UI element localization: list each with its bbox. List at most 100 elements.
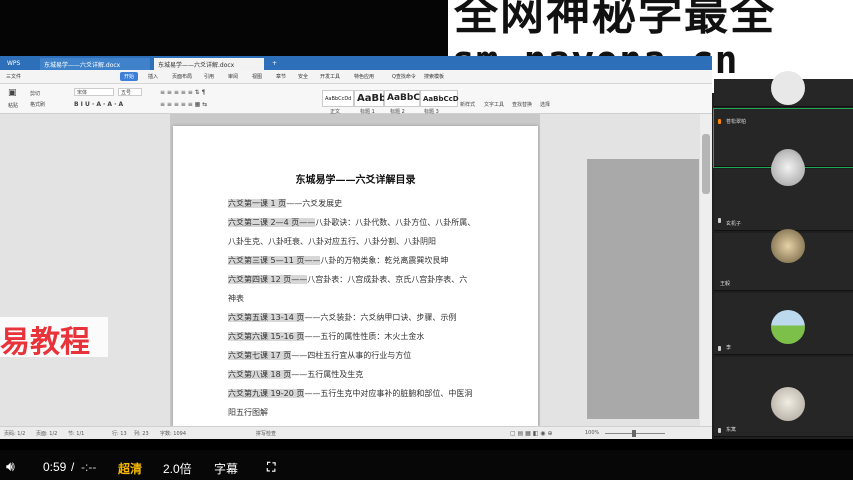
toc-line: 六爻第一课 1 页——六爻发展史 [228,198,342,209]
participant-tile[interactable] [714,71,853,107]
time-separator: / [71,460,75,474]
toc-lesson-desc: 阳五行图解 [228,408,268,417]
participant-tile[interactable]: 玄机子 [714,152,853,231]
course-overlay-text: 易教程 [0,317,108,357]
mic-icon [718,346,721,351]
duration: -:-- [81,460,97,474]
toc-lesson-desc: ——六爻装卦：六爻纳甲口诀、步骤、示例 [304,313,457,322]
menu-file[interactable]: 三文件 [6,73,21,80]
paste-icon[interactable]: ▣ [8,88,17,98]
status-wordcount: 字数: 1094 [160,431,186,437]
status-col: 列: 23 [134,431,149,437]
font-size-select[interactable]: 五号 [118,88,142,96]
font-select[interactable]: 宋体 [74,88,114,96]
format-buttons[interactable]: B I U · A · A · A [74,101,123,108]
toc-lesson-desc: 八宫卦表：八宫成卦表、京氏八宫卦序表、六 [307,275,468,284]
fullscreen-icon[interactable]: ⛶ [267,460,275,475]
toc-lesson-desc: ——五行生克中对应事补的脏腑和部位、中医洞 [304,389,473,398]
status-page: 页码: 1/2 [4,431,26,437]
toc-line: 阳五行图解 [228,407,268,418]
menu-view[interactable]: 视图 [252,73,262,80]
status-section: 节: 1/1 [68,431,85,437]
watermark-title: 全网神秘学最全 [454,0,776,40]
view-mode-buttons[interactable]: ▢ ▤ ▦ ◧ ◉ ⊕ [510,430,552,437]
style-normal[interactable]: AaBbCcDd [322,90,354,107]
avatar [771,152,805,186]
format-painter-button[interactable]: 格式刷 [30,101,45,108]
tab-wps-home[interactable]: WPS [3,58,24,70]
toc-line: 神表 [228,293,244,304]
style-heading1[interactable]: AaBb [354,90,386,107]
toc-lesson-desc: 八卦的万物类象：乾兑离震巽坎艮坤 [320,256,449,265]
menu-security[interactable]: 安全 [298,73,308,80]
menu-chapter[interactable]: 章节 [276,73,286,80]
toc-lesson-desc: ——六爻发展史 [286,199,343,208]
menu-bar: 三文件 开始 插入 页面布局 引用 审阅 视图 章节 安全 开发工具 特色应用 … [0,70,712,84]
subtitle-button[interactable]: 字幕 [214,460,238,477]
participants-panel: 苍松翠柏 玄机子 王毅 李 东篱 [712,71,853,439]
avatar [771,71,805,105]
paragraph-tools[interactable]: ≡ ≡ ≡ ≡ ≡ ⇅ ¶ [160,89,205,96]
toc-lesson-desc: ——四柱五行宜从事的行业与方位 [291,351,412,360]
participant-tile[interactable]: 李 [714,293,853,355]
toc-lesson-desc: ——五行的属性性质：木火土金水 [304,332,425,341]
side-pane [587,159,699,419]
toc-lesson-desc: 八卦生克、八卦旺衰、八卦对应五行、八卦分割、八卦阴阳 [228,237,436,246]
participant-name: 玄机子 [726,221,742,227]
style-heading3[interactable]: AaBbCcD [420,90,459,107]
mic-icon [718,218,721,223]
search-templates[interactable]: 搜索模板 [424,73,444,80]
speaker-icon[interactable]: 🔊︎ [6,458,15,475]
style-heading2[interactable]: AaBbC [384,90,420,107]
toc-line: 六爻第九课 19-20 页——五行生克中对应事补的脏腑和部位、中医洞 [228,388,472,399]
toc-line: 六爻第二课 2—4 页——八卦歌诀：八卦代数、八卦方位、八卦所属、 [228,217,475,228]
ribbon-toolbar: ▣ 粘贴 剪切 格式刷 宋体 五号 B I U · A · A · A ≡ ≡ … [0,84,712,115]
spell-check-button[interactable]: 拼写检查 [256,430,276,437]
toc-line: 六爻第四课 12 页——八宫卦表：八宫成卦表、京氏八宫卦序表、六 [228,274,467,285]
paste-button[interactable]: 粘贴 [8,102,18,109]
status-row: 行: 13 [112,431,127,437]
document-area: 东城易学——六爻详解目录 六爻第一课 1 页——六爻发展史 六爻第二课 2—4 页… [0,114,712,436]
menu-layout[interactable]: 页面布局 [172,73,192,80]
toc-line: 六爻第三课 5—11 页——八卦的万物类象：乾兑离震巽坎艮坤 [228,255,448,266]
menu-references[interactable]: 引用 [204,73,214,80]
participant-name: 王毅 [720,281,731,287]
toc-lesson-label: 六爻第三课 5—11 页—— [228,256,321,265]
cut-button[interactable]: 剪切 [30,90,40,97]
toc-lesson-label: 六爻第四课 12 页—— [228,275,308,284]
alignment-tools[interactable]: ≡ ≡ ≡ ≡ ≡ ▦ ⇆ [160,101,207,108]
quality-button[interactable]: 超清 [118,460,142,477]
zoom-level: 100% [585,430,600,436]
current-time: 0:59 [43,460,67,474]
participant-tile[interactable]: 东篱 [714,357,853,437]
new-tab-button[interactable]: + [268,58,281,70]
tab-document-1[interactable]: 东城易学——六爻详解.docx [40,58,150,70]
speed-button[interactable]: 2.0倍 [163,460,192,477]
tab-document-2[interactable]: 东城易学——六爻详解.docx [154,58,264,70]
find-replace-button[interactable]: 查找替换 [512,101,532,108]
toc-lesson-desc: 八卦歌诀：八卦代数、八卦方位、八卦所属、 [315,218,476,227]
zoom-slider-handle[interactable] [632,430,636,437]
toc-lesson-label: 六爻第二课 2—4 页—— [228,218,316,227]
menu-developer[interactable]: 开发工具 [320,73,340,80]
status-pages: 页面: 1/2 [36,431,58,437]
avatar [771,310,805,344]
select-button[interactable]: 选择 [540,101,550,108]
participant-tile[interactable]: 王毅 [714,229,853,291]
toc-line: 八卦生克、八卦旺衰、八卦对应五行、八卦分割、八卦阴阳 [228,236,436,247]
menu-features[interactable]: 特色应用 [354,73,374,80]
video-controls: 🔊︎ 0:59 / -:-- 超清 2.0倍 字幕 ⛶ [0,450,853,480]
text-tools-button[interactable]: 文字工具 [484,101,504,108]
scrollbar-thumb[interactable] [702,134,710,194]
menu-home[interactable]: 开始 [120,72,139,81]
menu-insert[interactable]: 插入 [148,73,158,80]
avatar [771,229,805,263]
wps-window: WPS 东城易学——六爻详解.docx 东城易学——六爻详解.docx + 三文… [0,56,712,439]
new-style-button[interactable]: 新样式 [460,101,475,108]
toc-lesson-label: 六爻第五课 13-14 页 [228,313,305,322]
status-bar: 页码: 1/2 页面: 1/2 节: 1/1 行: 13 列: 23 字数: 1… [0,426,712,439]
toc-lesson-label: 六爻第六课 15-16 页 [228,332,305,341]
menu-review[interactable]: 审阅 [228,73,238,80]
document-page[interactable]: 东城易学——六爻详解目录 六爻第一课 1 页——六爻发展史 六爻第二课 2—4 页… [173,126,538,436]
find-command[interactable]: Q查找命令 [392,73,416,80]
